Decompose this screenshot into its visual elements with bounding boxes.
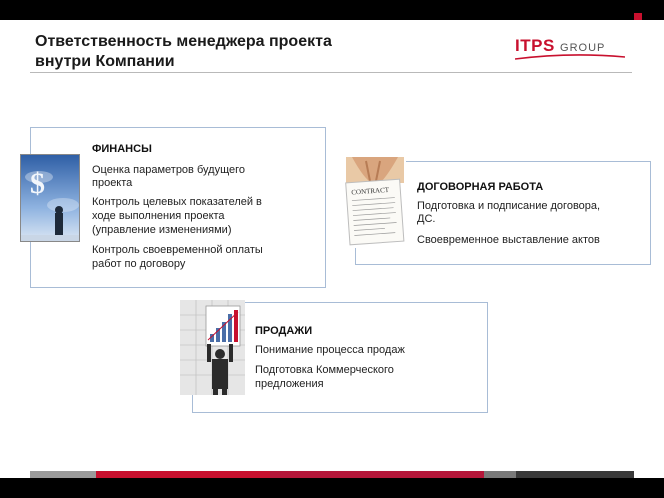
logo-sub-text: GROUP	[560, 42, 606, 54]
footer-stripe-mid-gray	[484, 471, 516, 478]
dollar-businessman-image: $	[20, 154, 80, 242]
title-line-2: внутри Компании	[35, 53, 175, 70]
finance-line: Оценка параметров будущего	[92, 164, 245, 176]
itps-group-logo: ITPS GROUP	[515, 36, 633, 60]
sales-line: Понимание процесса продаж	[255, 344, 405, 356]
red-accent-mark	[634, 13, 642, 20]
contract-line: ДС.	[417, 213, 436, 225]
title-line-1: Ответственность менеджера проекта	[35, 33, 332, 50]
finance-line: проекта	[92, 177, 133, 189]
footer-stripe-gray	[30, 471, 96, 478]
sales-chart-image	[180, 300, 245, 395]
footer-stripe-dark	[516, 471, 634, 478]
page-title: Ответственность менеджера проекта внутри…	[35, 32, 435, 72]
finance-line: Контроль целевых показателей в	[92, 196, 262, 208]
footer-stripe-crimson	[270, 471, 484, 478]
finance-heading: ФИНАНСЫ	[92, 143, 152, 155]
logo-swoosh-icon	[515, 54, 625, 60]
contract-handshake-image: CONTRACT	[344, 153, 406, 248]
slide: Ответственность менеджера проекта внутри…	[0, 0, 664, 498]
sales-line: предложения	[255, 378, 324, 390]
contract-line: Подготовка и подписание договора,	[417, 200, 601, 212]
finance-line: ходе выполнения проекта	[92, 210, 225, 222]
finance-line: работ по договору	[92, 258, 186, 270]
sales-line: Подготовка Коммерческого	[255, 364, 394, 376]
finance-line: Контроль своевременной оплаты	[92, 244, 263, 256]
sales-heading: ПРОДАЖИ	[255, 325, 313, 337]
finance-line: (управление изменениями)	[92, 224, 232, 236]
contract-line: Своевременное выставление актов	[417, 234, 600, 246]
logo-main-text: ITPS	[515, 36, 555, 55]
title-divider	[30, 72, 632, 73]
contract-heading: ДОГОВОРНАЯ РАБОТА	[417, 181, 544, 193]
svg-text:$: $	[30, 167, 45, 200]
footer-stripe-red	[96, 471, 270, 478]
